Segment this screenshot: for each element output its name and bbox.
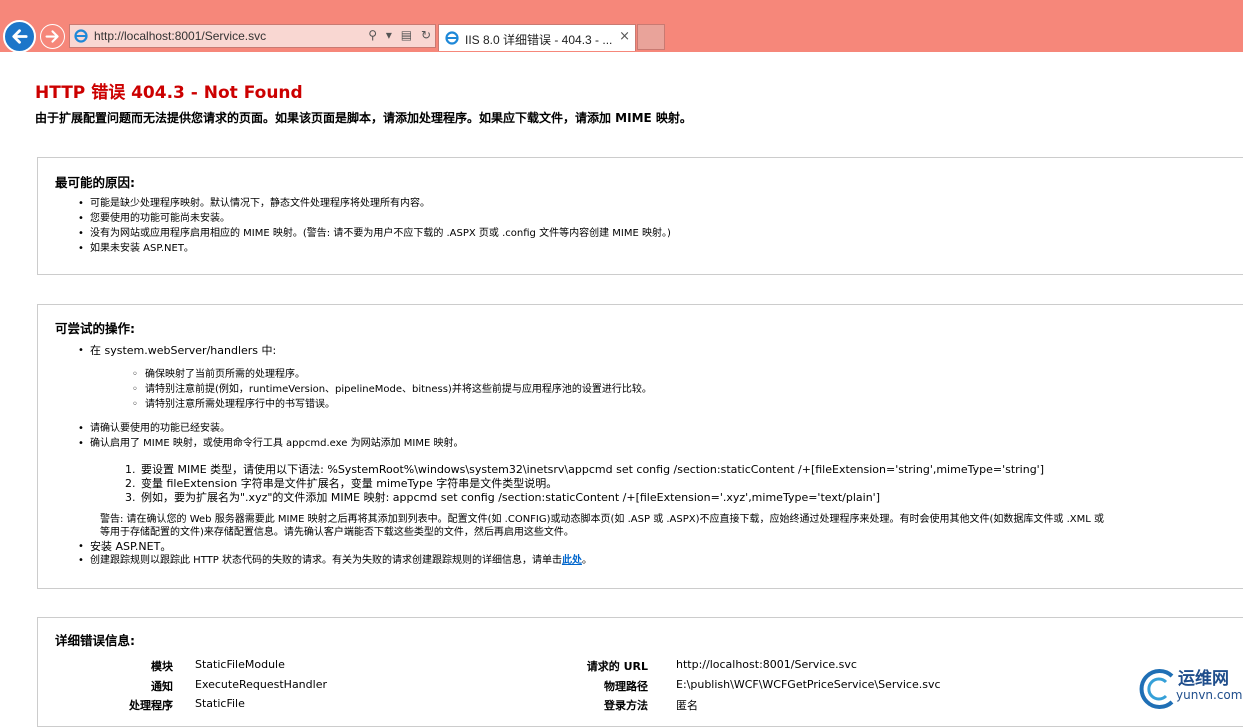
list-item: 您要使用的功能可能尚未安装。 [78,212,230,226]
watermark-logo-icon [1139,669,1174,709]
detail-value-physical-path: E:\publish\WCF\WCFGetPriceService\Servic… [676,678,941,691]
compat-view-icon[interactable]: ▤ [401,28,412,42]
tab-iis-error[interactable]: IIS 8.0 详细错误 - 404.3 - ... × [438,24,636,51]
list-item: 创建跟踪规则以跟踪此 HTTP 状态代码的失败的请求。有关为失败的请求创建跟踪规… [78,554,592,568]
watermark-cn-text: 运维网 [1178,669,1229,689]
list-item: 安装 ASP.NET。 [78,540,171,554]
refresh-icon[interactable]: ↻ [421,28,431,42]
close-icon[interactable]: × [619,29,630,44]
watermark: 运维网 yunvn.com [1136,664,1243,711]
list-item: 确认启用了 MIME 映射，或使用命令行工具 appcmd.exe 为网站添加 … [78,437,463,451]
address-url[interactable]: http://localhost:8001/Service.svc [94,29,266,43]
trace-rule-link[interactable]: 此处 [562,555,582,566]
list-item: 在 system.webServer/handlers 中: [78,344,276,358]
tab-title: IIS 8.0 详细错误 - 404.3 - ... [465,33,613,47]
actions-panel: 可尝试的操作: 在 system.webServer/handlers 中: 确… [37,304,1243,589]
detail-label-notification: 通知 [151,680,173,693]
numbered-item: 3. 例如，要为扩展名为".xyz"的文件添加 MIME 映射: appcmd s… [125,491,880,504]
detail-value-request-url: http://localhost:8001/Service.svc [676,658,857,671]
search-icon[interactable]: ⚲ [368,28,377,42]
back-button[interactable] [3,20,36,53]
dropdown-icon[interactable]: ▾ [386,28,392,42]
actions-heading: 可尝试的操作: [55,321,135,336]
warning-text: 警告: 请在确认您的 Web 服务器需要此 MIME 映射之后再将其添加到列表中… [100,514,1105,538]
list-item: 如果未安装 ASP.NET。 [78,242,194,256]
detail-label-request-url: 请求的 URL [586,660,648,673]
sub-list-item: 请特别注意前提(例如，runtimeVersion、pipelineMode、b… [132,383,652,397]
sub-list-item: 请特别注意所需处理程序行中的书写错误。 [132,398,335,412]
new-tab-button[interactable] [637,24,665,50]
back-arrow-icon [12,29,28,44]
causes-heading: 最可能的原因: [55,175,135,190]
list-item: 可能是缺少处理程序映射。默认情况下，静态文件处理程序将处理所有内容。 [78,197,430,211]
page-title: HTTP 错误 404.3 - Not Found [35,83,303,103]
detail-label-physical-path: 物理路径 [604,680,648,693]
browser-toolbar: http://localhost:8001/Service.svc ⚲ ▾ ▤ … [0,0,1243,53]
list-item: 请确认要使用的功能已经安装。 [78,422,230,436]
detail-value-notification: ExecuteRequestHandler [195,678,327,691]
address-bar[interactable]: http://localhost:8001/Service.svc ⚲ ▾ ▤ … [69,24,436,48]
ie-logo-icon [445,31,459,45]
forward-button[interactable] [40,24,65,49]
detail-value-module: StaticFileModule [195,658,285,671]
list-item: 没有为网站或应用程序启用相应的 MIME 映射。(警告: 请不要为用户不应下载的… [78,227,671,241]
error-summary: 由于扩展配置问题而无法提供您请求的页面。如果该页面是脚本，请添加处理程序。如果应… [35,111,692,125]
detail-value-handler: StaticFile [195,697,245,710]
forward-arrow-icon [45,30,59,43]
detail-label-module: 模块 [151,660,173,673]
causes-panel: 最可能的原因: 可能是缺少处理程序映射。默认情况下，静态文件处理程序将处理所有内… [37,157,1243,275]
ie-logo-icon [74,29,88,43]
sub-list-item: 确保映射了当前页所需的处理程序。 [132,368,305,382]
details-heading: 详细错误信息: [55,633,135,648]
watermark-en-text: yunvn.com [1176,688,1243,702]
